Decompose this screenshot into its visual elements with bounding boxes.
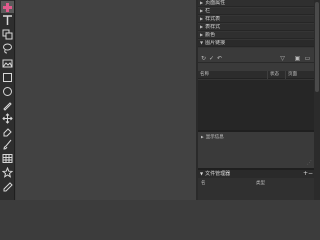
section-label: 样式表 — [205, 16, 221, 22]
section-stylesheets[interactable]: ▶ 样式表 — [198, 16, 314, 23]
expand-arrow-icon: ▶ — [200, 16, 204, 21]
search-area — [198, 63, 314, 71]
text-icon[interactable] — [2, 15, 13, 26]
section-label: 图片链接 — [205, 40, 226, 46]
star-icon[interactable] — [2, 167, 13, 178]
section-colors[interactable]: ▶ 颜色 — [198, 32, 314, 39]
section-layers[interactable]: ▼ 文件管理器 + − — [198, 170, 314, 178]
brush-icon[interactable] — [2, 139, 13, 150]
column-status[interactable]: 状态 — [268, 71, 286, 79]
app-window: ▶ 页面属性 ▶ 栏 ▶ 样式表 ▶ 表样式 ▶ 颜色 ▼ 图片链接 ↻ ✓ ↶ ▽ ▣ ▭… — [0, 0, 320, 200]
panel-scrollbar[interactable] — [314, 0, 320, 200]
section-label: 栏 — [205, 8, 211, 14]
tools-toolbar — [0, 0, 15, 200]
expand-arrow-icon: ▶ — [200, 8, 204, 13]
links-table-body[interactable] — [198, 80, 314, 130]
collapse-arrow-icon: ▼ — [200, 40, 204, 45]
move-icon[interactable] — [2, 113, 13, 124]
refresh-icon[interactable]: ↻ — [200, 55, 207, 62]
filter-icon[interactable]: ▽ — [279, 55, 286, 62]
section-label: 文件管理器 — [205, 171, 231, 177]
list-column-name[interactable]: 名 — [201, 180, 206, 186]
undo-icon[interactable]: ↶ — [216, 55, 223, 62]
folder-icon[interactable]: ▭ — [304, 55, 311, 62]
expand-arrow-icon: ▶ — [200, 24, 204, 29]
info-section[interactable]: ▶ 显示信息 ⋰ — [198, 132, 314, 168]
lasso-icon[interactable] — [2, 43, 13, 54]
table-icon[interactable] — [2, 153, 13, 164]
check-icon[interactable]: ✓ — [208, 55, 215, 62]
section-label: 颜色 — [205, 32, 216, 38]
section-columns[interactable]: ▶ 栏 — [198, 8, 314, 15]
resize-grip-icon[interactable]: ⋰ — [307, 161, 312, 166]
ellipse-icon[interactable] — [2, 86, 13, 97]
section-page-properties[interactable]: ▶ 页面属性 — [198, 0, 314, 7]
expand-arrow-icon: ▶ — [200, 0, 204, 5]
camera-icon[interactable]: ▣ — [294, 55, 301, 62]
image-icon[interactable] — [2, 58, 13, 69]
section-table-styles[interactable]: ▶ 表样式 — [198, 24, 314, 31]
column-name[interactable]: 名称 — [198, 71, 268, 79]
properties-panel: ▶ 页面属性 ▶ 栏 ▶ 样式表 ▶ 表样式 ▶ 颜色 ▼ 图片链接 ↻ ✓ ↶ ▽ ▣ ▭… — [198, 0, 314, 200]
copy-icon[interactable] — [2, 29, 13, 40]
layers-list[interactable]: 名 类型 — [198, 178, 314, 200]
eyedropper-icon[interactable] — [2, 182, 13, 193]
expand-arrow-icon: ▶ — [200, 32, 204, 37]
column-page[interactable]: 页面 — [286, 71, 314, 79]
expand-arrow-icon: ▶ — [201, 135, 204, 139]
list-column-type[interactable]: 类型 — [256, 180, 265, 186]
info-section-label: 显示信息 — [205, 135, 224, 140]
remove-layer-button[interactable]: − — [308, 170, 313, 177]
eraser-icon[interactable] — [2, 126, 13, 137]
section-image-links[interactable]: ▼ 图片链接 — [198, 40, 314, 47]
rectangle-icon[interactable] — [2, 72, 13, 83]
image-links-toolbar: ↻ ✓ ↶ ▽ ▣ ▭ — [198, 54, 314, 63]
scrollbar-thumb[interactable] — [315, 2, 319, 92]
plus-icon[interactable] — [1, 1, 14, 13]
collapse-arrow-icon: ▼ — [200, 171, 204, 176]
pen-icon[interactable] — [2, 100, 13, 111]
links-table-header: 名称 状态 页面 — [198, 71, 314, 79]
document-canvas[interactable] — [16, 0, 196, 200]
section-label: 表样式 — [205, 24, 221, 30]
section-label: 页面属性 — [205, 0, 226, 6]
